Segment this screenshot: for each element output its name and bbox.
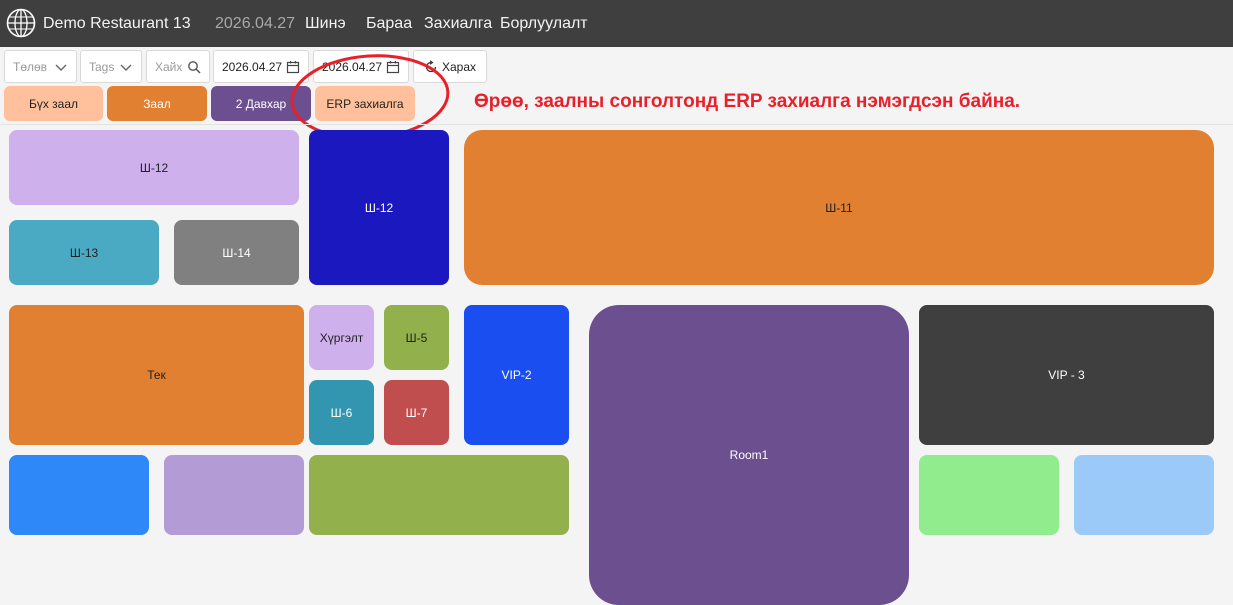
search-input[interactable]: Хайх [155, 60, 187, 74]
nav-products[interactable]: Бараа [366, 15, 412, 33]
table-tile[interactable]: Ш-12 [9, 130, 299, 205]
table-tile[interactable] [164, 455, 304, 535]
table-tile[interactable]: Ш-5 [384, 305, 449, 370]
table-tile[interactable] [1074, 455, 1214, 535]
nav-new[interactable]: Шинэ [305, 15, 346, 33]
hall-erp-orders[interactable]: ERP захиалга [315, 86, 415, 121]
table-tile[interactable]: Ш-7 [384, 380, 449, 445]
nav-orders[interactable]: Захиалга [424, 15, 492, 33]
chevron-down-icon [120, 64, 132, 71]
table-tile[interactable]: Ш-13 [9, 220, 159, 285]
table-tile[interactable]: Ш-14 [174, 220, 299, 285]
tags-select[interactable]: Tags [80, 50, 142, 83]
hall-second-floor[interactable]: 2 Давхар [211, 86, 311, 121]
top-nav-bar: Demo Restaurant 13 2026.04.27 Шинэ Бараа… [0, 0, 1233, 47]
tags-select-label: Tags [89, 59, 115, 74]
status-select-label: Төлөв [13, 59, 48, 74]
table-tile[interactable] [919, 455, 1059, 535]
date-from-value: 2026.04.27 [222, 59, 283, 74]
table-tile[interactable]: Тек [9, 305, 304, 445]
table-tile[interactable] [309, 455, 569, 535]
date-to-field[interactable]: 2026.04.27 [313, 50, 409, 83]
annotation-note: Өрөө, заалны сонголтонд ERP захиалга нэм… [474, 91, 1021, 112]
calendar-icon[interactable] [386, 60, 400, 74]
table-tile[interactable]: Ш-11 [464, 130, 1214, 285]
table-tile[interactable] [9, 455, 149, 535]
search-field[interactable]: Хайх [146, 50, 210, 83]
view-button[interactable]: Харах [413, 50, 487, 83]
refresh-icon [425, 59, 437, 72]
table-tile[interactable]: Ш-6 [309, 380, 374, 445]
current-date: 2026.04.27 [215, 15, 296, 32]
table-tile[interactable]: VIP-2 [464, 305, 569, 445]
table-tile[interactable]: VIP - 3 [919, 305, 1214, 445]
hall-all[interactable]: Бүх заал [4, 86, 103, 121]
app-title: Demo Restaurant 13 [43, 15, 191, 32]
chevron-down-icon [55, 64, 67, 71]
table-tile[interactable]: Room1 [589, 305, 909, 605]
hall-main[interactable]: Заал [107, 86, 207, 121]
nav-sales[interactable]: Борлуулалт [500, 15, 588, 33]
table-tile[interactable]: Ш-12 [309, 130, 449, 285]
date-to-value: 2026.04.27 [322, 59, 383, 74]
toolbar-divider [0, 124, 1233, 125]
view-button-label: Харах [441, 59, 477, 74]
globe-logo-icon[interactable] [6, 8, 36, 38]
date-from-field[interactable]: 2026.04.27 [213, 50, 309, 83]
table-tile[interactable]: Хүргэлт [309, 305, 374, 370]
search-icon[interactable] [187, 60, 201, 74]
calendar-icon[interactable] [286, 60, 300, 74]
status-select[interactable]: Төлөв [4, 50, 77, 83]
